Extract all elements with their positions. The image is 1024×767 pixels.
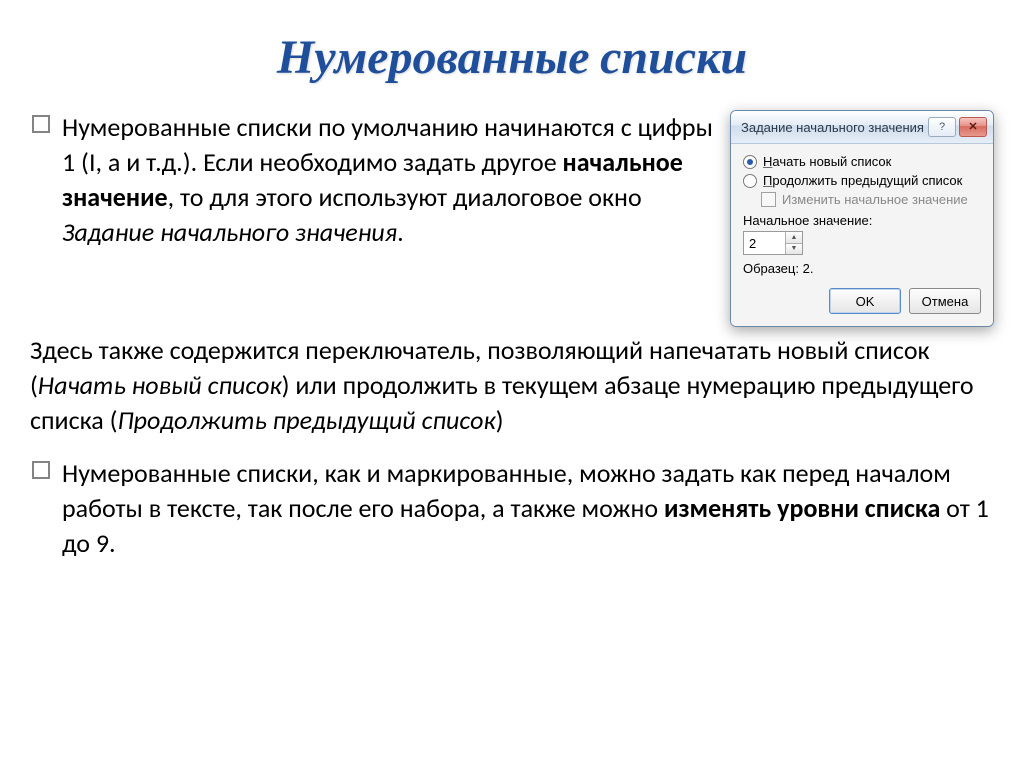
checkbox-change-start-value: Изменить начальное значение	[761, 192, 981, 207]
radio-icon	[743, 155, 757, 169]
sample-preview: Образец: 2.	[743, 261, 981, 276]
p2-italic-2: Продолжить предыдущий список	[117, 404, 495, 436]
radio2-label: Продолжить предыдущий список	[763, 173, 962, 188]
radio-continue-list[interactable]: Продолжить предыдущий список	[743, 173, 981, 188]
p1-text-2: , то для этого используют диалоговое окн…	[168, 181, 642, 213]
paragraph-1: Нумерованные списки по умолчанию начинаю…	[30, 110, 718, 250]
cancel-button[interactable]: Отмена	[909, 288, 981, 314]
start-value-spinner[interactable]: 2 ▲ ▼	[743, 231, 803, 255]
p1-italic-1: Задание начального значения	[62, 216, 397, 248]
paragraph-2: Здесь также содержится переключатель, по…	[30, 333, 994, 438]
p1-text-3: .	[397, 216, 404, 248]
radio-start-new-list[interactable]: Начать новый список	[743, 154, 981, 169]
spinner-up-icon[interactable]: ▲	[786, 232, 802, 244]
dialog-title: Задание начального значения	[741, 120, 924, 135]
start-value-label: Начальное значение:	[743, 213, 981, 228]
bullet-icon	[32, 461, 50, 479]
dialog-titlebar: Задание начального значения ? ✕	[731, 111, 993, 144]
start-value-input[interactable]: 2	[744, 232, 785, 254]
p2-text-3: )	[496, 404, 504, 436]
close-button[interactable]: ✕	[959, 117, 987, 137]
paragraph-3: Нумерованные списки, как и маркированные…	[30, 456, 994, 561]
page-title: Нумерованные списки	[30, 30, 994, 85]
check-label: Изменить начальное значение	[782, 192, 968, 207]
radio1-label: Начать новый список	[763, 154, 891, 169]
help-button[interactable]: ?	[928, 117, 956, 137]
dialog-body: Начать новый список Продолжить предыдущи…	[731, 144, 993, 326]
checkbox-icon	[761, 192, 776, 207]
radio-icon	[743, 174, 757, 188]
bullet-icon	[32, 115, 50, 133]
p2-italic-1: Начать новый список	[38, 369, 282, 401]
p3-bold-1: изменять уровни списка	[664, 492, 940, 524]
spinner-down-icon[interactable]: ▼	[786, 244, 802, 255]
ok-button[interactable]: OK	[829, 288, 901, 314]
dialog-set-start-value: Задание начального значения ? ✕ Начать н…	[730, 110, 994, 327]
